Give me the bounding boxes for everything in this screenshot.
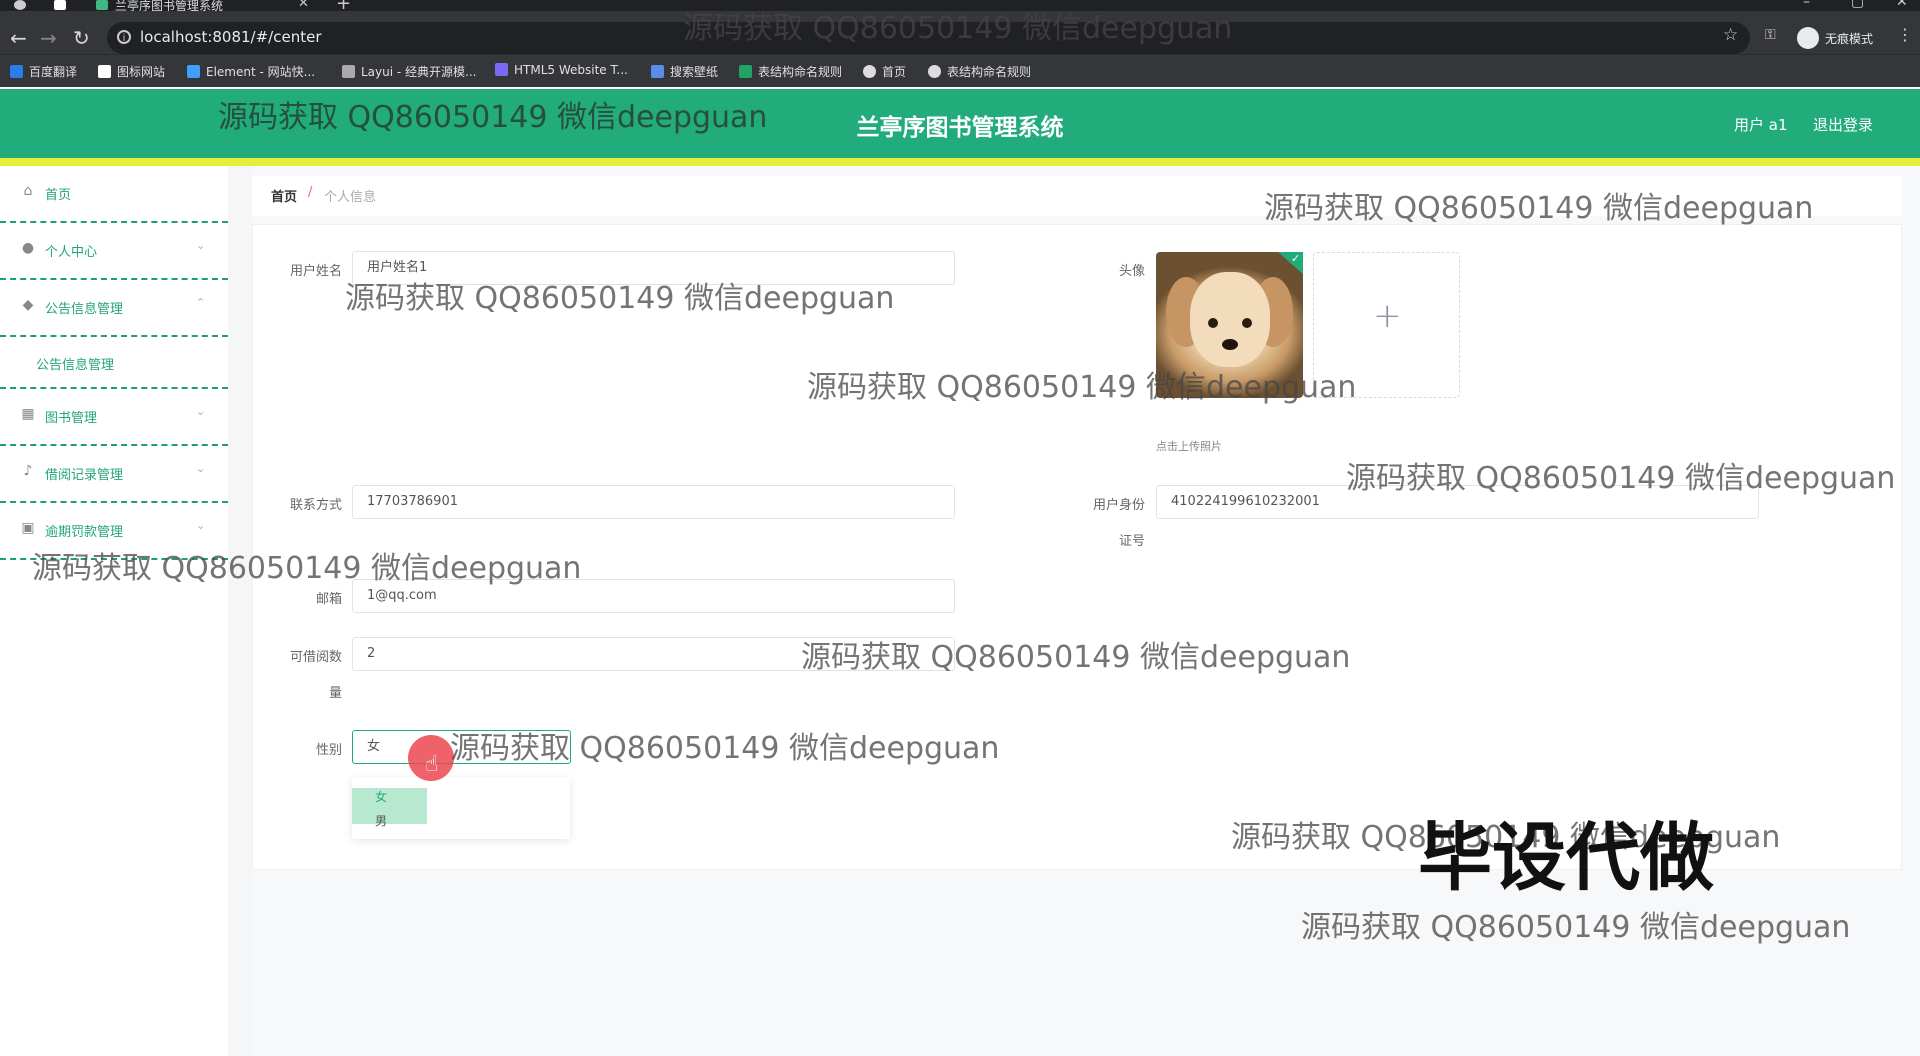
- watermark: 源码获取 QQ86050149 微信deepguan: [1301, 910, 1851, 945]
- dog-eye: [1242, 318, 1252, 328]
- user-icon: ●: [21, 240, 35, 256]
- bookmark-item[interactable]: 表结构命名规则: [739, 63, 842, 80]
- sheet-icon: [739, 65, 752, 78]
- password-key-icon[interactable]: ⚿: [1765, 27, 1776, 43]
- reload-icon[interactable]: ↻: [73, 26, 90, 50]
- sidebar-item-personal-center[interactable]: ● 个人中心 ⌄: [0, 223, 228, 280]
- bookmark-item[interactable]: Layui - 经典开源模...: [342, 63, 476, 80]
- tab-close-icon[interactable]: ✕: [298, 0, 309, 11]
- borrow-limit-label-cont: 量: [328, 686, 342, 701]
- window-close-icon[interactable]: ✕: [1896, 0, 1908, 10]
- promo-stamp: 毕设代做: [1418, 815, 1714, 901]
- bookmark-item[interactable]: Element - 网站快...: [187, 63, 315, 80]
- forward-icon[interactable]: →: [40, 26, 57, 50]
- minimize-icon[interactable]: –: [1803, 0, 1810, 10]
- avatar-label: 头像: [1118, 264, 1145, 279]
- watermark: 源码获取 QQ86050149 微信deepguan: [807, 370, 1357, 405]
- dog-face: [1190, 272, 1270, 367]
- bookmark-item[interactable]: HTML5 Website T...: [495, 63, 628, 77]
- watermark: 源码获取 QQ86050149 微信deepguan: [450, 731, 1000, 766]
- maximize-icon[interactable]: ▢: [1851, 0, 1864, 10]
- element-icon: [187, 65, 200, 78]
- bookmark-item[interactable]: 首页: [863, 63, 906, 80]
- grid-icon: ▦: [21, 406, 35, 422]
- borrow-limit-label: 可借阅数: [289, 650, 342, 665]
- layui-icon: [342, 65, 355, 78]
- bookmark-item[interactable]: 百度翻译: [10, 63, 77, 80]
- sidebar-item-home[interactable]: ⌂ 首页: [0, 166, 228, 223]
- back-icon[interactable]: ←: [10, 26, 27, 50]
- bookmarks-bar: 百度翻译 图标网站 Element - 网站快... Layui - 经典开源模…: [0, 54, 1920, 87]
- check-icon: ✓: [1291, 252, 1301, 265]
- watermark: 源码获取 QQ86050149 微信deepguan: [32, 551, 582, 586]
- upload-hint: 点击上传照片: [1156, 440, 1222, 453]
- idcard-label-cont: 证号: [1118, 534, 1145, 549]
- sidebar-item-borrow-mgmt[interactable]: ♪ 借阅记录管理 ⌄: [0, 446, 228, 503]
- watermark: 源码获取 QQ86050149 微信deepguan: [683, 11, 1233, 46]
- bookmark-star-icon[interactable]: ☆: [1723, 25, 1738, 45]
- dog-eye: [1208, 318, 1218, 328]
- tab-page-icon: [54, 0, 66, 10]
- chevron-down-icon: ⌄: [196, 405, 206, 418]
- briefcase-icon: ▣: [21, 520, 35, 536]
- breadcrumb-home[interactable]: 首页: [271, 186, 297, 205]
- globe-icon: [863, 65, 876, 78]
- microphone-icon: ♪: [23, 463, 33, 479]
- vue-favicon-icon: [96, 0, 108, 10]
- sidebar-item-notice-mgmt[interactable]: ◆ 公告信息管理 ⌃: [0, 280, 228, 337]
- site-info-icon[interactable]: i: [117, 30, 131, 44]
- browser-menu-icon[interactable]: ⋮: [1897, 25, 1913, 44]
- incognito-icon[interactable]: [1797, 27, 1819, 49]
- hand-cursor-icon: ☝: [425, 752, 439, 777]
- sidebar: ⌂ 首页 ● 个人中心 ⌄ ◆ 公告信息管理 ⌃ 公告信息管理 ▦ 图书管理 ⌄…: [0, 166, 228, 1056]
- html5-icon: [495, 63, 508, 76]
- email-label: 邮箱: [315, 592, 342, 607]
- watermark: 源码获取 QQ86050149 微信deepguan: [801, 640, 1351, 675]
- translate-icon: [10, 65, 23, 78]
- logout-button[interactable]: 退出登录: [1813, 114, 1873, 135]
- watermark: 源码获取 QQ86050149 微信deepguan: [1346, 461, 1896, 496]
- current-user: 用户 a1: [1734, 116, 1788, 134]
- incognito-label[interactable]: 无痕模式: [1825, 30, 1873, 47]
- bulb-icon: ◆: [22, 297, 34, 313]
- sidebar-item-book-mgmt[interactable]: ▦ 图书管理 ⌄: [0, 389, 228, 446]
- watermark: 源码获取 QQ86050149 微信deepguan: [1264, 191, 1814, 226]
- chevron-down-icon: ⌄: [196, 519, 206, 532]
- breadcrumb-current: 个人信息: [324, 190, 377, 205]
- chevron-up-icon: ⌃: [196, 296, 206, 309]
- gender-option-female-label[interactable]: 女: [375, 788, 387, 805]
- contact-label: 联系方式: [289, 498, 342, 513]
- home-icon: ⌂: [23, 183, 33, 199]
- breadcrumb-separator: /: [308, 185, 313, 200]
- gender-option-male-label[interactable]: 男: [375, 812, 387, 829]
- wallpaper-icon: [651, 65, 664, 78]
- globe-icon: [928, 65, 941, 78]
- gender-option-female[interactable]: [352, 788, 427, 824]
- flag-icon: [98, 65, 111, 78]
- bookmark-item[interactable]: 搜索壁纸: [651, 63, 718, 80]
- contact-input[interactable]: 17703786901: [352, 485, 955, 519]
- url-text[interactable]: localhost:8081/#/center: [140, 28, 322, 46]
- chevron-down-icon: ⌄: [196, 239, 206, 252]
- plus-icon[interactable]: +: [1373, 296, 1402, 336]
- chevron-down-icon: ⌄: [196, 462, 206, 475]
- bookmark-item[interactable]: 图标网站: [98, 63, 165, 80]
- bookmark-item[interactable]: 表结构命名规则: [928, 63, 1031, 80]
- watermark: 源码获取 QQ86050149 微信deepguan: [345, 281, 895, 316]
- idcard-label: 用户身份: [1092, 498, 1145, 513]
- watermark: 源码获取 QQ86050149 微信deepguan: [218, 100, 768, 135]
- dog-nose: [1222, 339, 1238, 350]
- browser-logo-icon: [14, 0, 26, 10]
- gender-label: 性别: [315, 743, 342, 758]
- username-label: 用户姓名: [289, 264, 342, 279]
- header-stripe: [0, 158, 1920, 166]
- sidebar-subitem-notice-mgmt[interactable]: 公告信息管理: [0, 337, 228, 389]
- sidebar-gutter: [228, 166, 252, 1056]
